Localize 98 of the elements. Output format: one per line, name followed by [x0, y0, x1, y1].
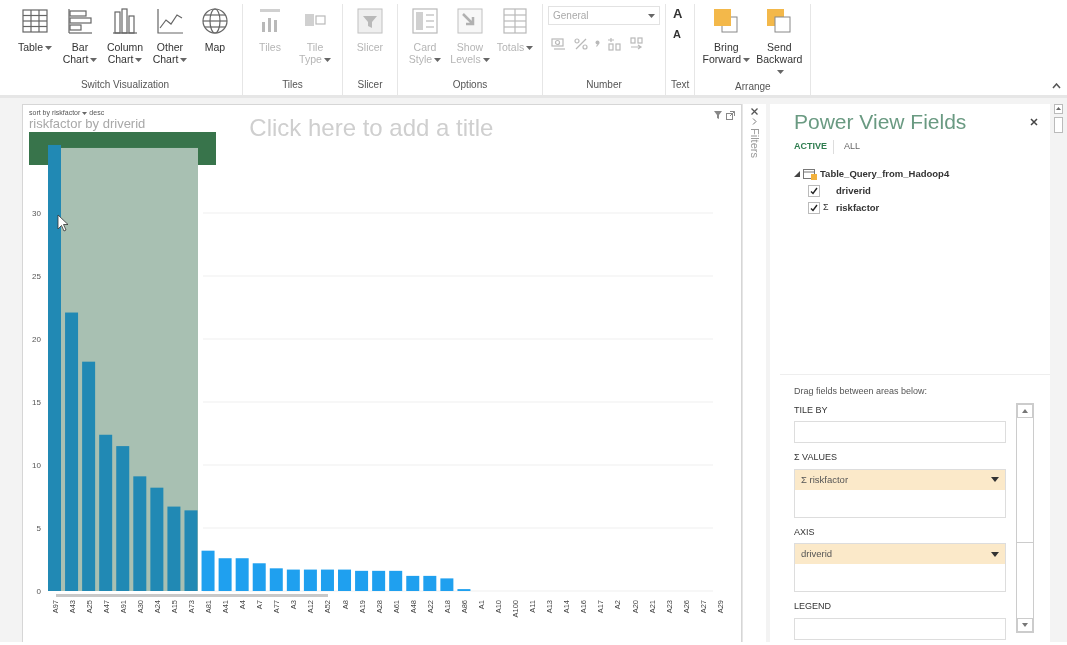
scroll-up-icon[interactable] — [1054, 104, 1063, 114]
scrollbar[interactable] — [56, 594, 328, 597]
bar[interactable] — [320, 569, 334, 591]
bar[interactable] — [99, 434, 113, 591]
drop-area[interactable]: driverid — [794, 543, 1006, 592]
checkbox[interactable] — [808, 185, 820, 197]
field-chip[interactable]: Σ riskfactor — [795, 469, 1005, 490]
decrease-decimal-icon — [628, 36, 644, 51]
instruction-text: Drag fields between areas below: — [794, 385, 929, 398]
group-label: Tiles — [281, 78, 304, 92]
ribbon-button[interactable]: Send Backward — [753, 4, 806, 79]
scrollbar-thumb[interactable] — [1054, 117, 1063, 133]
card-style-icon — [410, 6, 440, 36]
bar[interactable] — [286, 569, 300, 591]
bar[interactable] — [133, 476, 147, 591]
axis-label: 15 — [32, 398, 41, 407]
comma-icon — [595, 40, 600, 48]
totals-icon — [500, 6, 530, 36]
chart-title: riskfactor by driverid — [29, 117, 146, 130]
bar-chart-icon — [65, 6, 95, 36]
group-label: Arrange — [734, 80, 772, 94]
axis-label: 5 — [36, 524, 41, 533]
axis-label: 30 — [32, 209, 41, 218]
bar[interactable] — [201, 550, 215, 591]
drop-area[interactable]: Σ riskfactor — [794, 468, 1006, 518]
drop-area[interactable] — [794, 617, 1006, 640]
slicer-icon — [355, 6, 385, 36]
bar[interactable] — [389, 570, 403, 591]
font-size-button[interactable]: A — [671, 26, 685, 42]
close-icon[interactable] — [751, 108, 758, 115]
measure-symbol: Σ — [823, 201, 830, 215]
area-label: Σ VALUES — [794, 451, 838, 464]
ribbon-button[interactable]: Bring Forward — [700, 4, 753, 79]
bar[interactable] — [65, 312, 79, 591]
field-chip[interactable]: driverid — [795, 544, 1005, 565]
axis-label: 25 — [32, 272, 41, 281]
axis-label: 10 — [32, 461, 41, 470]
filter-icon — [714, 111, 722, 119]
column-chart-icon — [110, 6, 140, 36]
tab[interactable]: ALL — [844, 140, 867, 154]
ribbon-button[interactable]: Table — [13, 4, 57, 77]
axis-label: 20 — [32, 335, 41, 344]
bar[interactable] — [423, 575, 437, 591]
increase-decimal-icon — [606, 36, 622, 51]
checkbox[interactable] — [808, 202, 820, 214]
scrollbar[interactable] — [1016, 403, 1034, 633]
bar[interactable] — [150, 487, 164, 591]
group-label: Switch Visualization — [79, 78, 171, 92]
pop-out-icon — [726, 111, 735, 120]
font-size-button[interactable]: A — [671, 6, 685, 22]
bar[interactable] — [184, 510, 198, 591]
ribbon-button[interactable]: Other Chart — [148, 4, 192, 77]
bar[interactable] — [235, 558, 249, 591]
axis-label: 0 — [36, 587, 41, 596]
levels-icon — [455, 6, 485, 36]
ribbon-button[interactable]: Column Chart — [103, 4, 147, 77]
bar[interactable] — [440, 578, 454, 591]
ribbon-button[interactable]: Map — [193, 4, 237, 77]
bar[interactable] — [338, 569, 351, 591]
group-label: Text — [671, 78, 690, 92]
area-label: AXIS — [794, 525, 816, 539]
group-label: Slicer — [356, 78, 384, 92]
percent-icon — [573, 36, 589, 51]
group-label: Options — [451, 78, 489, 92]
area-label: LEGEND — [794, 600, 832, 613]
area-label: TILE BY — [794, 403, 829, 417]
scroll-up-icon[interactable] — [1017, 404, 1033, 418]
collapse-ribbon-icon[interactable] — [1052, 83, 1061, 89]
bar[interactable] — [167, 506, 181, 591]
table-name[interactable]: Table_Query_from_Hadoop4 — [820, 166, 950, 182]
table-icon — [20, 6, 50, 36]
expand-icon[interactable] — [794, 171, 800, 177]
line-chart-icon — [155, 6, 185, 36]
caret-icon — [648, 13, 655, 18]
ribbon-button[interactable]: Bar Chart — [58, 4, 102, 77]
scroll-down-icon[interactable] — [1017, 618, 1033, 632]
table-icon — [803, 168, 817, 180]
drop-area[interactable] — [794, 421, 1006, 443]
bar[interactable] — [116, 446, 130, 591]
bar[interactable] — [372, 570, 386, 591]
field-name[interactable]: driverid — [836, 183, 871, 199]
field-name[interactable]: riskfactor — [836, 200, 880, 216]
cursor-icon — [57, 214, 69, 232]
bar[interactable] — [406, 575, 420, 591]
group-label: Number — [585, 78, 623, 92]
bar[interactable] — [269, 568, 283, 591]
bar[interactable] — [303, 569, 317, 591]
caret-icon — [991, 551, 999, 557]
tab[interactable]: ACTIVE — [794, 140, 834, 154]
bar[interactable] — [355, 570, 369, 591]
pane-title: Power View Fields — [794, 110, 967, 134]
currency-icon — [551, 36, 567, 51]
caret-icon — [991, 477, 999, 483]
caret-icon — [82, 111, 88, 115]
globe-icon — [200, 6, 230, 36]
bar[interactable] — [82, 361, 96, 591]
bar[interactable] — [218, 558, 232, 591]
bar[interactable] — [252, 563, 266, 591]
